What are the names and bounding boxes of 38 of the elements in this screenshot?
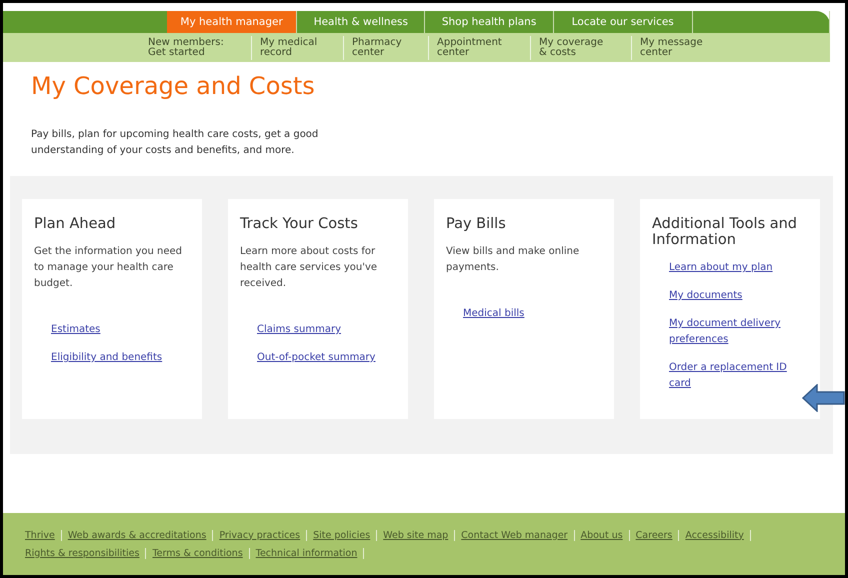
card-description: Learn more about costs for health care services you've received. xyxy=(240,245,378,291)
card-link[interactable]: Order a replacement ID card xyxy=(669,360,810,392)
subnav-link[interactable]: My coverage & costs xyxy=(539,38,623,58)
footer-link[interactable]: Web awards & accreditations xyxy=(68,530,206,540)
footer-link[interactable]: Rights & responsibilities xyxy=(25,548,140,558)
card-link[interactable]: My documents xyxy=(669,288,742,304)
footer-link[interactable]: Accessibility xyxy=(685,530,744,540)
arrow-icon xyxy=(802,384,845,412)
nav-tab[interactable]: My health manager xyxy=(167,11,298,33)
footer-link[interactable]: Technical information xyxy=(256,548,358,558)
footer-link[interactable]: Terms & conditions xyxy=(152,548,243,558)
page-title: My Coverage and Costs xyxy=(31,72,316,100)
card-title: Plan Ahead xyxy=(34,216,117,232)
card-link[interactable]: Learn about my plan xyxy=(669,260,773,276)
footer-link[interactable]: Contact Web manager xyxy=(461,530,568,540)
card-link[interactable]: My document delivery preferences xyxy=(669,316,810,348)
card-title: Additional Tools and Information xyxy=(652,216,798,248)
card-title: Track Your Costs xyxy=(240,216,359,232)
footer-link[interactable]: Careers xyxy=(636,530,672,540)
subnav-link[interactable]: Pharmacy center xyxy=(352,38,420,58)
subnav-link[interactable]: My message center xyxy=(640,38,720,58)
card-link[interactable]: Out-of-pocket summary xyxy=(257,350,376,366)
footer-link[interactable]: Privacy practices xyxy=(219,530,300,540)
card-link[interactable]: Eligibility and benefits xyxy=(51,350,162,366)
intro-text: Pay bills, plan for upcoming health care costs, get a good understanding of your costs and benefits, and more. xyxy=(31,128,320,158)
subnav-link[interactable]: My medical record xyxy=(260,38,335,58)
card-title: Pay Bills xyxy=(446,216,507,232)
card-description: View bills and make online payments. xyxy=(446,245,580,275)
subnav-link[interactable]: New members: Get started xyxy=(148,38,243,58)
card-link[interactable]: Medical bills xyxy=(463,306,524,322)
footer-link[interactable]: About us xyxy=(580,530,623,540)
subnav-link[interactable]: Appointment center xyxy=(437,38,522,58)
footer-link[interactable]: Thrive xyxy=(25,530,55,540)
card-link[interactable]: Estimates xyxy=(51,322,100,338)
footer-link[interactable]: Site policies xyxy=(313,530,370,540)
footer-link[interactable]: Web site map xyxy=(383,530,448,540)
card-link[interactable]: Claims summary xyxy=(257,322,341,338)
card-description: Get the information you need to manage your health care budget. xyxy=(34,245,184,291)
